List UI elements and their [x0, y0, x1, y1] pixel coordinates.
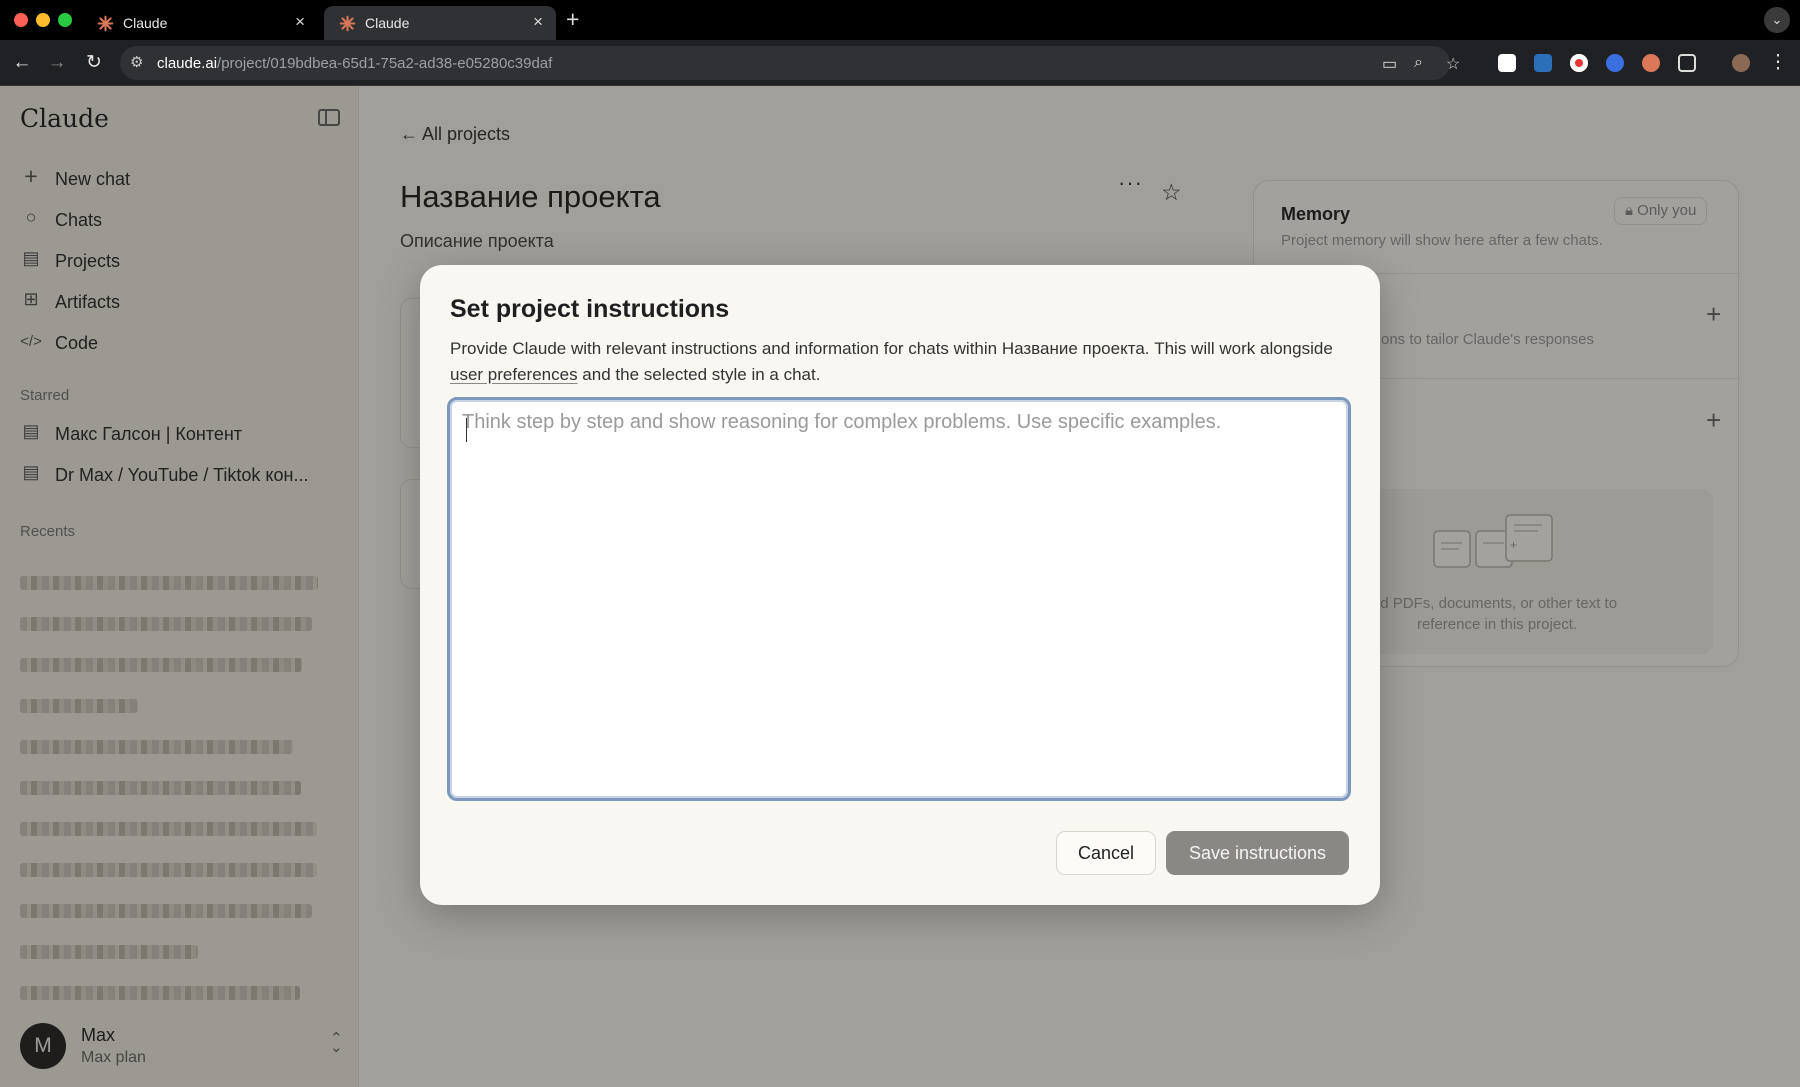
back-arrow-icon[interactable]: ← [9, 50, 35, 76]
claude-favicon-icon [97, 15, 114, 32]
save-instructions-button[interactable]: Save instructions [1166, 831, 1349, 875]
instructions-textarea[interactable] [462, 411, 1332, 786]
dialog-description: Provide Claude with relevant instruction… [450, 336, 1350, 388]
forward-arrow-icon[interactable]: → [44, 50, 70, 76]
extension-icon[interactable] [1534, 54, 1552, 72]
tab-title: Claude [365, 15, 410, 31]
menu-kebab-icon[interactable]: ⋮ [1765, 50, 1791, 76]
claude-favicon-icon [339, 15, 356, 32]
set-instructions-dialog: Set project instructions Provide Claude … [420, 265, 1380, 905]
url-host: claude.ai [157, 55, 218, 72]
tab-bar: Claude × Claude × + ⌄ [0, 0, 1800, 40]
dialog-title: Set project instructions [450, 295, 730, 323]
new-tab-plus-icon[interactable]: + [566, 6, 579, 33]
browser-window: Claude × Claude × + ⌄ ← → ↻ ⚙ claude.ai/… [0, 0, 1800, 1087]
text-caret [466, 418, 467, 442]
reload-icon[interactable]: ↻ [81, 50, 107, 76]
browser-toolbar: ← → ↻ ⚙ claude.ai/project/019bdbea-65d1-… [0, 40, 1800, 86]
browser-tab-active[interactable]: Claude × [324, 6, 556, 40]
bookmark-star-icon[interactable]: ☆ [1446, 54, 1460, 74]
minimize-window-button[interactable] [36, 13, 50, 27]
close-tab-icon[interactable]: × [533, 12, 543, 32]
browser-tab[interactable]: Claude × [82, 6, 318, 40]
tab-title: Claude [123, 15, 168, 31]
tab-search-chevron-icon[interactable]: ⌄ [1764, 7, 1790, 33]
extension-icon[interactable] [1606, 54, 1624, 72]
address-bar[interactable]: ⚙ claude.ai/project/019bdbea-65d1-75a2-a… [120, 46, 1460, 80]
site-info-icon[interactable]: ⚙ [130, 53, 143, 71]
close-window-button[interactable] [14, 13, 28, 27]
user-preferences-link[interactable]: user preferences [450, 365, 578, 384]
profile-avatar-icon[interactable] [1732, 54, 1750, 72]
url-text: claude.ai/project/019bdbea-65d1-75a2-ad3… [157, 55, 552, 72]
maximize-window-button[interactable] [58, 13, 72, 27]
extension-icon[interactable] [1498, 54, 1516, 72]
extension-icon[interactable] [1570, 54, 1588, 72]
url-path: /project/019bdbea-65d1-75a2-ad38-e05280c… [217, 55, 553, 72]
cancel-button[interactable]: Cancel [1056, 831, 1156, 875]
desc-text: and the selected style in a chat. [577, 365, 821, 384]
instructions-textarea-wrapper [447, 397, 1351, 801]
close-tab-icon[interactable]: × [295, 12, 305, 32]
extensions-puzzle-icon[interactable] [1678, 54, 1696, 72]
zoom-icon[interactable]: ⌕ [1414, 54, 1423, 72]
desc-text: Provide Claude with relevant instruction… [450, 339, 1333, 358]
install-app-icon[interactable]: ▭ [1382, 54, 1397, 74]
claude-extension-icon[interactable] [1642, 54, 1660, 72]
